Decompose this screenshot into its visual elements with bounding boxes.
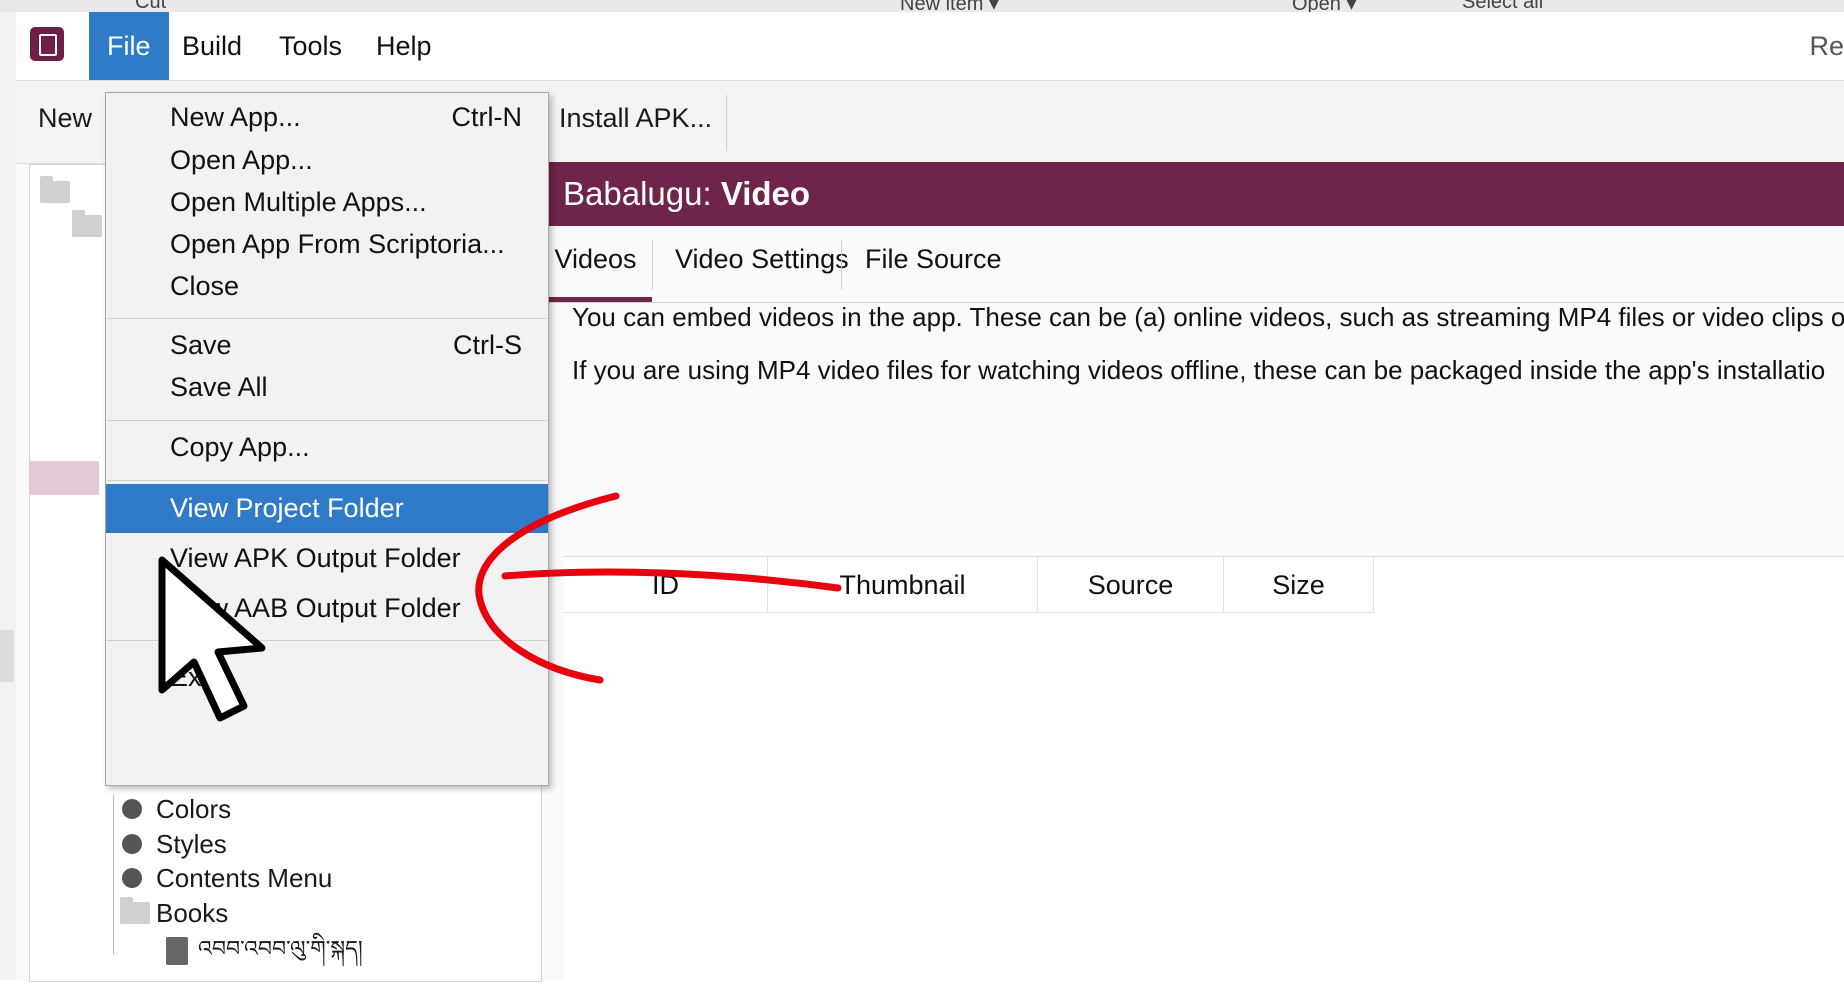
menu-item-new-app[interactable]: New App... Ctrl-N [106, 93, 548, 142]
bullet-icon [122, 799, 142, 819]
file-menu-dropdown: New App... Ctrl-N Open App... Open Multip… [105, 92, 549, 786]
menu-build[interactable]: Build [164, 12, 260, 80]
tab-bar: Videos Video Settings File Source [539, 226, 1844, 303]
tree-item-books[interactable]: Books [156, 895, 228, 931]
column-header-size[interactable]: Size [1224, 557, 1374, 613]
menu-help[interactable]: Help [358, 12, 450, 80]
description-line-1: You can embed videos in the app. These c… [572, 302, 1844, 332]
folder-icon [120, 897, 150, 924]
tab-videos[interactable]: Videos [539, 226, 652, 302]
book-icon [166, 937, 188, 965]
menu-item-copy-app[interactable]: Copy App... [106, 423, 548, 472]
page-title: Babalugu: Video [539, 162, 1844, 226]
new-button[interactable]: New [38, 103, 92, 134]
bullet-icon [122, 834, 142, 854]
menu-bar: File Build Tools Help Re [16, 12, 1844, 81]
menu-tools[interactable]: Tools [261, 12, 360, 80]
menu-item-close[interactable]: Close [106, 262, 548, 311]
column-header-id[interactable]: ID [564, 557, 768, 613]
menu-item-view-aab-output-folder[interactable]: View AAB Output Folder [106, 584, 548, 633]
bullet-icon [122, 868, 142, 888]
menubar-right-text: Re [1809, 31, 1844, 61]
column-header-thumbnail[interactable]: Thumbnail [768, 557, 1038, 613]
menu-item-save-all[interactable]: Save All [106, 363, 548, 412]
app-logo-icon [30, 27, 64, 61]
column-header-source[interactable]: Source [1038, 557, 1224, 613]
tree-item-book[interactable]: འབབ་འབབ་ལུ་གི་སྐད། [198, 931, 363, 967]
install-apk-button[interactable]: Install APK... [559, 103, 712, 134]
tab-video-settings[interactable]: Video Settings [675, 226, 849, 302]
tree-item-styles[interactable]: Styles [156, 826, 227, 862]
tab-file-source[interactable]: File Source [865, 226, 1002, 302]
videos-table: ID Thumbnail Source Size [564, 556, 1844, 993]
tree-item-colors[interactable]: Colors [156, 791, 231, 827]
tree-selected-highlight [29, 461, 99, 495]
background-app-left-edge [0, 12, 17, 980]
app-window: File Build Tools Help Re New Install APK… [16, 12, 1844, 993]
menu-item-exit[interactable]: Exit [106, 653, 548, 702]
menu-item-view-project-folder[interactable]: View Project Folder [106, 484, 548, 533]
folder-icon [40, 176, 70, 203]
folder-icon [72, 210, 102, 237]
description-line-2: If you are using MP4 video files for wat… [572, 355, 1826, 385]
menu-item-view-apk-output-folder[interactable]: View APK Output Folder [106, 534, 548, 583]
menu-file[interactable]: File [89, 12, 169, 80]
tree-item-contents-menu[interactable]: Contents Menu [156, 860, 332, 896]
